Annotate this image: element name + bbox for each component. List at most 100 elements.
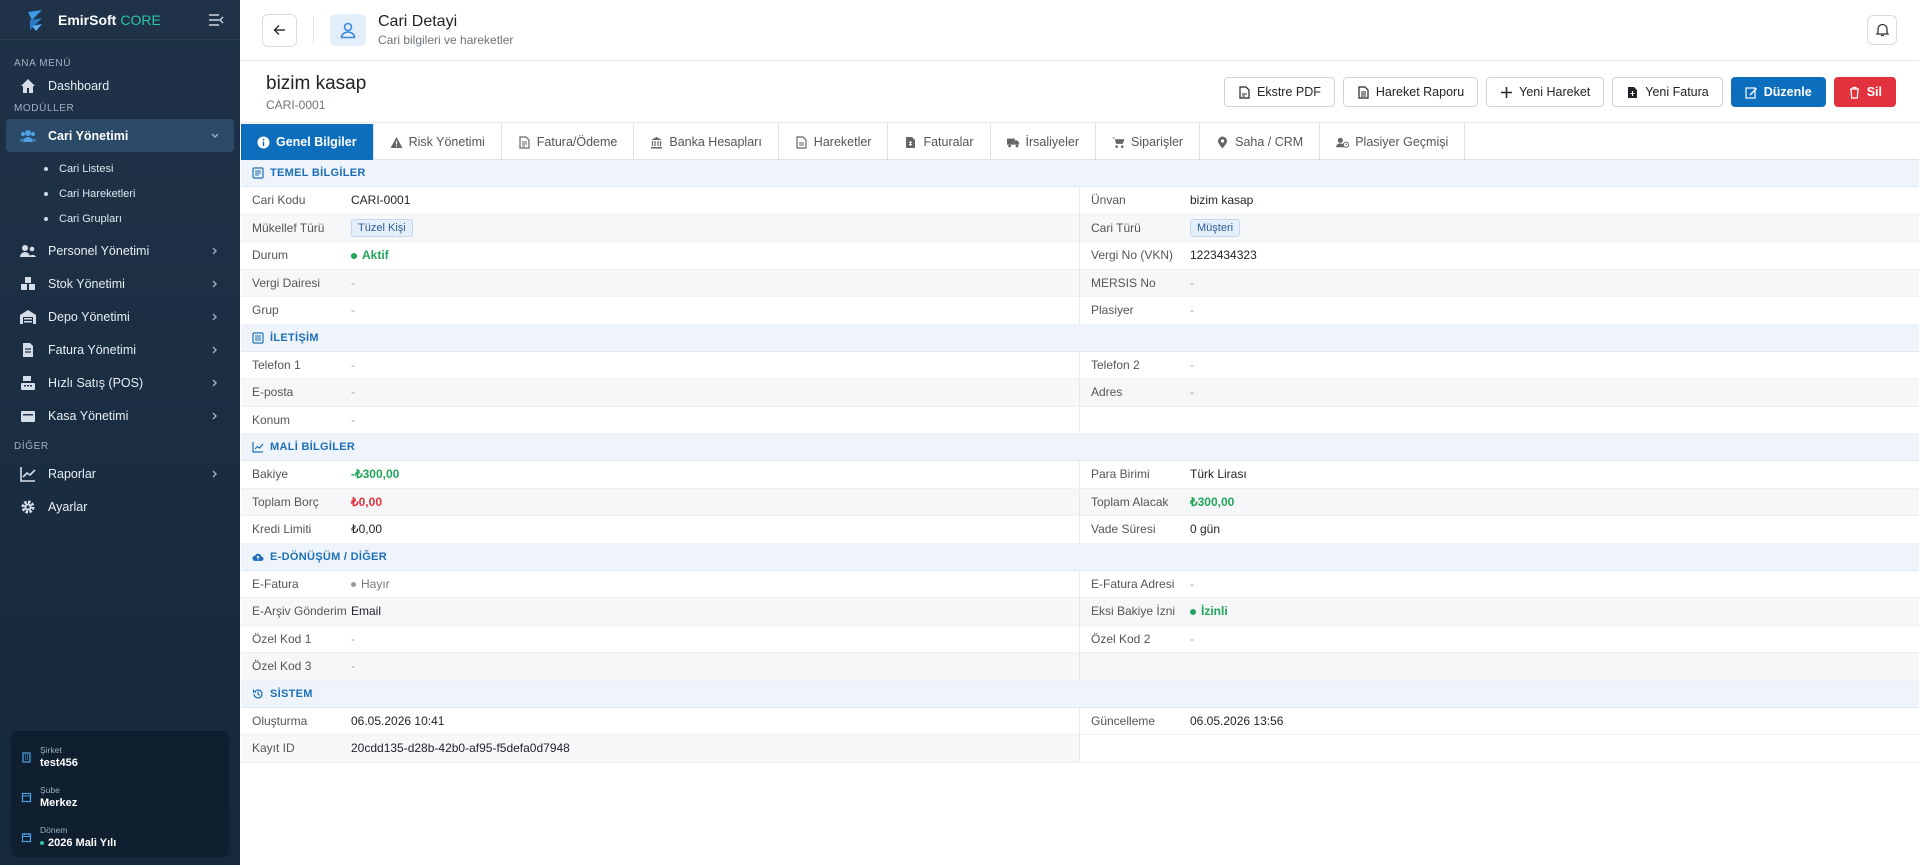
field-label: Telefon 1 (252, 357, 301, 372)
field-label: Adres (1091, 385, 1123, 400)
tab-label: Fatura/Ödeme (536, 135, 618, 149)
edit-icon (1745, 86, 1757, 99)
eksi-bakiye-status: İzinli (1190, 604, 1228, 618)
yeni-hareket-button[interactable]: Yeni Hareket (1486, 77, 1605, 107)
chevron-right-icon (212, 412, 217, 419)
field-label: E-posta (252, 385, 294, 400)
branch-value: Merkez (40, 797, 78, 809)
nav-stok[interactable]: Stok Yönetimi (0, 267, 240, 300)
file-text-icon (1358, 85, 1369, 99)
ozel-kod1-value: - (351, 631, 355, 646)
sub-cari-gruplari[interactable]: Cari Grupları (0, 206, 240, 231)
status-dot-icon (351, 253, 357, 260)
address-book-icon (252, 331, 264, 344)
chevron-right-icon (212, 313, 217, 320)
nav-label: Depo Yönetimi (48, 309, 130, 324)
field-row: Kayıt ID 20cdd135-d28b-42b0-af95-f5defa0d… (241, 735, 1919, 763)
tab-label: Hareketler (813, 135, 872, 149)
yeni-fatura-button[interactable]: Yeni Fatura (1612, 77, 1723, 107)
toplam-borc-value: ₺0,00 (351, 494, 382, 509)
calendar-icon (21, 832, 32, 842)
chevron-right-icon (212, 379, 217, 386)
field-label: Cari Türü (1091, 220, 1141, 235)
field-label: Vergi Dairesi (252, 275, 321, 290)
tab-irsaliyeler[interactable]: İrsaliyeler (991, 124, 1096, 160)
sidebar-header: EmirSoft CORE (0, 0, 240, 40)
sub-cari-hareketleri[interactable]: Cari Hareketleri (0, 181, 240, 206)
nav-cari-yonetimi[interactable]: Cari Yönetimi (6, 119, 234, 152)
nav-kasa[interactable]: Kasa Yönetimi (0, 399, 240, 432)
page-icon (330, 14, 366, 46)
field-label: Bakiye (252, 467, 289, 482)
notifications-button[interactable] (1867, 15, 1897, 45)
nav-label: Fatura Yönetimi (48, 342, 137, 357)
tab-fatura-odeme[interactable]: Fatura/Ödeme (502, 124, 635, 160)
nav-label: Raporlar (48, 466, 96, 481)
period-info[interactable]: Dönem 2026 Mali Yılı (21, 817, 219, 857)
cart-icon (1112, 136, 1125, 148)
field-label: E-Fatura (252, 576, 299, 591)
tab-hareketler[interactable]: Hareketler (779, 124, 889, 160)
sidebar-collapse-icon[interactable] (208, 13, 224, 27)
telefon1-value: - (351, 357, 355, 372)
nav-label: Cari Yönetimi (48, 128, 129, 143)
unvan-value: bizim kasap (1190, 193, 1254, 208)
ekstre-pdf-button[interactable]: Ekstre PDF (1224, 77, 1335, 107)
hareket-raporu-button[interactable]: Hareket Raporu (1342, 77, 1479, 107)
page-title: Cari Detayi (378, 13, 458, 30)
bank-icon (651, 136, 663, 148)
field-label: Toplam Alacak (1091, 494, 1169, 509)
field-label: Toplam Borç (252, 494, 319, 509)
field-label: Mükellef Türü (252, 220, 325, 235)
adres-value: - (1190, 385, 1194, 400)
invoice-icon (1628, 86, 1638, 98)
nav-personel[interactable]: Personel Yönetimi (0, 234, 240, 267)
nav-raporlar[interactable]: Raporlar (0, 457, 240, 490)
field-label: Cari Kodu (252, 193, 306, 208)
tab-label: Siparişler (1131, 135, 1184, 149)
tab-risk-yonetimi[interactable]: Risk Yönetimi (374, 124, 502, 160)
sub-label: Cari Listesi (59, 162, 114, 175)
back-button[interactable] (262, 13, 297, 47)
tab-label: İrsaliyeler (1025, 135, 1080, 149)
period-value: 2026 Mali Yılı (48, 837, 117, 849)
company-info[interactable]: Şirket test456 (21, 737, 219, 777)
field-label: E-Arşiv Gönderim (252, 604, 347, 619)
grup-value: - (351, 303, 355, 318)
tab-genel-bilgiler[interactable]: Genel Bilgiler (241, 124, 374, 160)
earsiv-value: Email (351, 604, 382, 619)
tab-plasiyer-gecmisi[interactable]: Plasiyer Geçmişi (1320, 124, 1466, 160)
bullet-icon (44, 191, 48, 196)
field-label: Plasiyer (1091, 303, 1134, 318)
branch-info[interactable]: Şube Merkez (21, 777, 219, 817)
sub-cari-listesi[interactable]: Cari Listesi (0, 156, 240, 181)
nav-ayarlar[interactable]: Ayarlar (0, 490, 240, 523)
tab-siparisler[interactable]: Siparişler (1096, 124, 1201, 160)
telefon2-value: - (1190, 357, 1194, 372)
file-pdf-icon (1239, 85, 1250, 99)
tab-banka-hesaplari[interactable]: Banka Hesapları (634, 124, 779, 160)
chart-line-icon (252, 442, 264, 453)
button-label: Yeni Fatura (1645, 85, 1709, 99)
status-dot-icon (351, 582, 356, 588)
detail-content: TEMEL BİLGİLER Cari Kodu CARI-0001 Ünvan b… (241, 160, 1919, 763)
edit-button[interactable]: Düzenle (1730, 77, 1826, 107)
tab-saha-crm[interactable]: Saha / CRM (1200, 124, 1321, 160)
context-info-panel: Şirket test456 Şube Merkez Dönem 2026 Mali … (11, 731, 229, 857)
empty-cell (1080, 407, 1919, 434)
chevron-right-icon (212, 470, 217, 477)
nav-depo[interactable]: Depo Yönetimi (0, 300, 240, 333)
tab-faturalar[interactable]: Faturalar (888, 124, 991, 160)
chevron-right-icon (212, 346, 217, 353)
delete-button[interactable]: Sil (1833, 77, 1896, 107)
nav-fatura[interactable]: Fatura Yönetimi (0, 333, 240, 366)
nav-pos[interactable]: Hızlı Satış (POS) (0, 366, 240, 399)
section-other: DİĞER (14, 441, 49, 452)
bell-icon (1875, 23, 1889, 37)
cloud-upload-icon (252, 553, 264, 561)
nav-dashboard[interactable]: Dashboard (0, 69, 240, 102)
section-temel-bilgiler: TEMEL BİLGİLER (241, 160, 1919, 187)
section-mali-bilgiler: MALİ BİLGİLER (241, 434, 1919, 461)
field-label: Özel Kod 3 (252, 659, 312, 674)
field-row: Vergi Dairesi - MERSIS No - (241, 269, 1919, 297)
